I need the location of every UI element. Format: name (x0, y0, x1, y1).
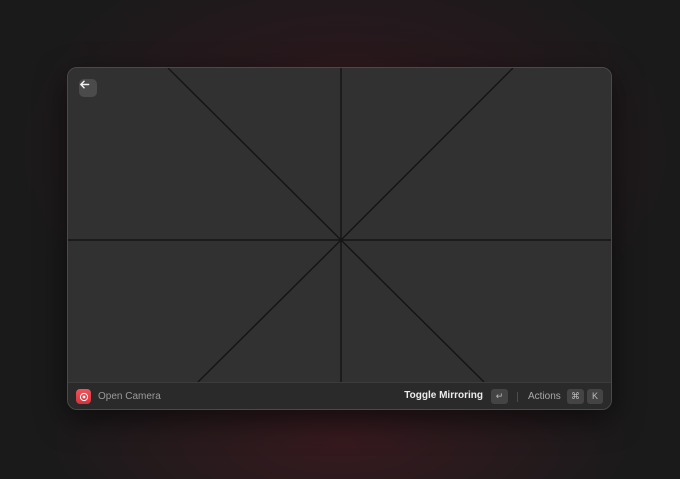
back-button[interactable] (79, 79, 97, 97)
action-bar: Open Camera Toggle Mirroring ↵ Actions ⌘… (68, 382, 611, 409)
camera-preview (68, 68, 611, 382)
camera-app-icon (76, 389, 91, 404)
aperture-icon (79, 392, 88, 401)
actions-button[interactable]: Actions (528, 391, 561, 403)
k-key-hint[interactable]: K (587, 389, 603, 404)
camera-window: Open Camera Toggle Mirroring ↵ Actions ⌘… (67, 67, 612, 410)
command-title: Open Camera (98, 391, 161, 402)
placeholder-crosslines (68, 68, 611, 382)
command-key-hint[interactable]: ⌘ (567, 389, 584, 404)
arrow-left-icon (80, 80, 90, 89)
enter-key-hint[interactable]: ↵ (491, 389, 508, 404)
toggle-mirroring-button[interactable]: Toggle Mirroring (404, 390, 483, 402)
action-separator (517, 392, 518, 402)
